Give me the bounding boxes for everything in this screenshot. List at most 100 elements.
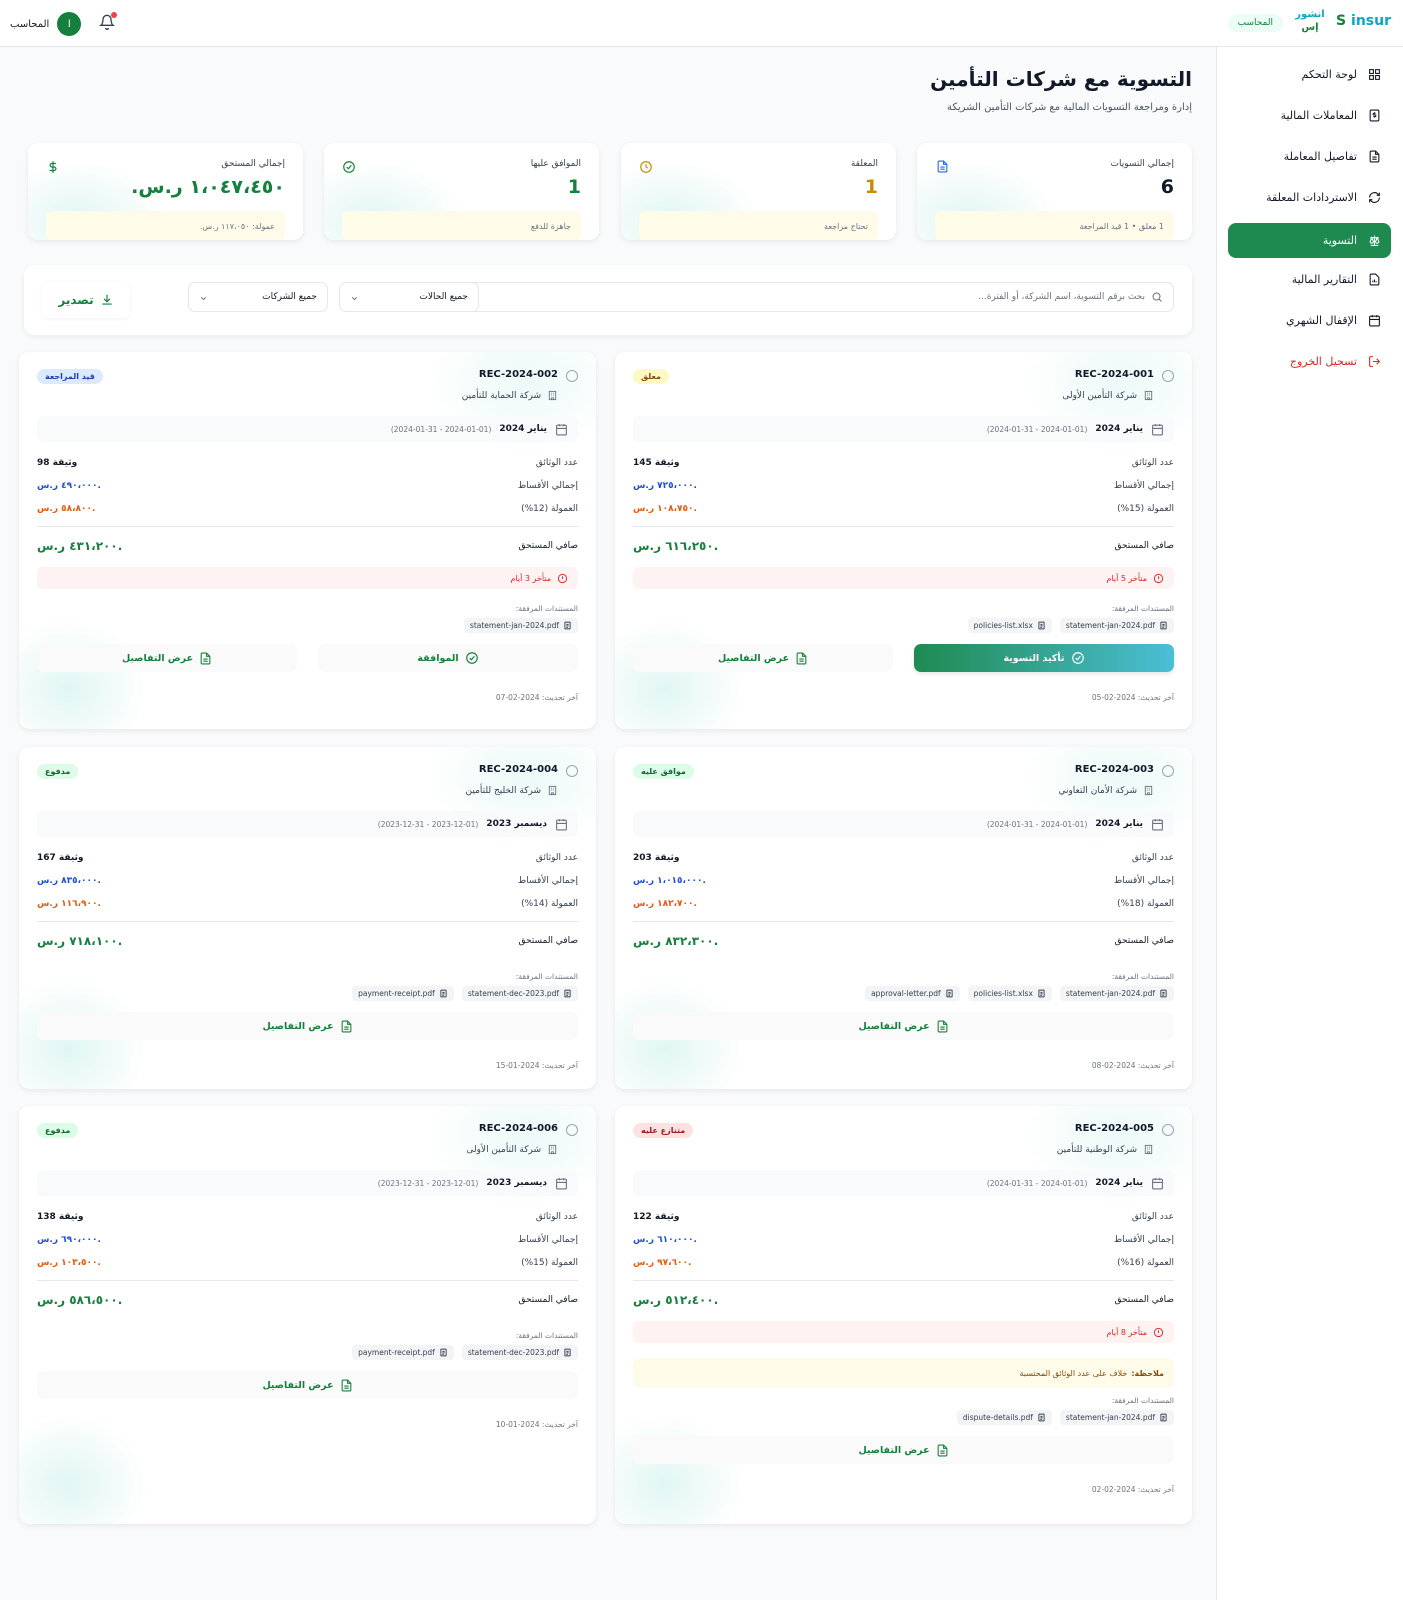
attachment-file[interactable]: dispute-details.pdf: [956, 1410, 1052, 1425]
period-month: يناير 2024: [1095, 424, 1143, 434]
net-row: صافي المستحق ٤٣١،٢٠٠ ر.س.: [37, 538, 578, 554]
attachment-file[interactable]: statement-dec-2023.pdf: [461, 1345, 578, 1360]
last-updated: آخر تحديث: 2024-01-15: [496, 1061, 578, 1070]
attachment-file[interactable]: policies-list.xlsx: [967, 986, 1052, 1001]
policies-row: عدد الوثائق 145 وثيقة: [633, 456, 1174, 470]
file-name: payment-receipt.pdf: [358, 1348, 435, 1357]
period-range: (2024-01-01 - 2024-01-31): [390, 424, 492, 434]
updated-label: آخر تحديث:: [541, 1420, 578, 1429]
commission-label: العمولة (14%): [521, 899, 578, 909]
user-name: المحاسب: [10, 18, 50, 30]
view-details-button[interactable]: عرض التفاصيل: [633, 1012, 1174, 1040]
view-label: عرض التفاصيل: [121, 652, 194, 664]
attachment-file[interactable]: payment-receipt.pdf: [352, 986, 454, 1001]
sidebar-item-1[interactable]: لوحة التحكم: [1228, 57, 1391, 92]
document-icon: [1367, 150, 1381, 164]
premiums-row: إجمالي الأقساط ١،٠١٥،٠٠٠ ر.س.: [633, 874, 1174, 888]
settlement-card: REC-2024-003 شركة الأمان التعاوني موافق عل…: [615, 747, 1192, 1089]
attachment-file[interactable]: statement-jan-2024.pdf: [1059, 618, 1174, 633]
sidebar-item-3[interactable]: تفاصيل المعاملة: [1228, 139, 1391, 174]
calendar-icon: [1151, 1177, 1164, 1190]
commission-row: العمولة (15%) ١٠٨،٧٥٠ ر.س.: [633, 502, 1174, 516]
sidebar-item-5[interactable]: التسوية: [1228, 223, 1391, 258]
search-input[interactable]: بحث برقم التسوية، اسم الشركة، أو الفترة.…: [449, 282, 1174, 312]
check-circle-icon: [1071, 651, 1085, 665]
dollar-icon: [46, 160, 60, 174]
select-radio[interactable]: [566, 1124, 578, 1136]
calendar-icon: [1151, 818, 1164, 831]
commission-label: العمولة (16%): [1117, 1258, 1174, 1268]
sidebar-item-4[interactable]: الاستردادات المعلقة: [1228, 180, 1391, 215]
divider: [633, 1280, 1174, 1281]
check-circle-icon: [465, 651, 479, 665]
status-select[interactable]: جميع الحالات: [339, 282, 479, 312]
stat-note: 1 معلق • 1 قيد المراجعة: [935, 211, 1174, 240]
attachment-file[interactable]: statement-jan-2024.pdf: [1059, 1410, 1174, 1425]
attachment-file[interactable]: statement-jan-2024.pdf: [463, 618, 578, 633]
approve-button[interactable]: الموافقة: [318, 644, 578, 672]
select-radio[interactable]: [566, 765, 578, 777]
company-select-value: جميع الشركات: [262, 292, 317, 302]
select-radio[interactable]: [566, 370, 578, 382]
refresh-icon: [1367, 191, 1381, 205]
settlement-id: REC-2024-004: [478, 764, 558, 775]
attachment-file[interactable]: policies-list.xlsx: [967, 618, 1052, 633]
premiums-row: إجمالي الأقساط ٦٩٠،٠٠٠ ر.س.: [37, 1233, 578, 1247]
view-details-button[interactable]: عرض التفاصيل: [633, 644, 893, 672]
file-name: statement-dec-2023.pdf: [467, 1348, 559, 1357]
confirm-settlement-button[interactable]: تأكيد التسوية: [914, 644, 1174, 672]
bell-icon[interactable]: [99, 12, 117, 32]
period-month: يناير 2024: [499, 424, 547, 434]
company-select[interactable]: جميع الشركات: [188, 282, 328, 312]
premiums-label: إجمالي الأقساط: [517, 1235, 578, 1245]
attachment-file[interactable]: payment-receipt.pdf: [352, 1345, 454, 1360]
select-radio[interactable]: [1162, 370, 1174, 382]
company-label: شركة الوطنية للتأمين: [1056, 1144, 1137, 1155]
export-button[interactable]: تصدير: [42, 282, 130, 318]
sidebar-item-7[interactable]: الإقفال الشهري: [1228, 303, 1391, 338]
net-value: ٥١٢،٤٠٠ ر.س.: [633, 1293, 719, 1307]
stat-note: جاهزة للدفع: [342, 211, 581, 240]
late-text: متأخر 3 أيام: [510, 573, 551, 583]
status-badge: مدفوع: [37, 1123, 79, 1138]
sidebar-item-8[interactable]: تسجيل الخروج: [1228, 344, 1391, 379]
updated-date: 2024-01-10: [495, 1420, 540, 1429]
building-icon: [1143, 390, 1154, 401]
commission-value: ١٠٣،٥٠٠ ر.س.: [37, 1258, 101, 1268]
sidebar-item-2[interactable]: المعاملات المالية: [1228, 98, 1391, 133]
select-radio[interactable]: [1162, 765, 1174, 777]
logo-latin[interactable]: S insur: [1336, 13, 1391, 29]
stat-label: الموافق عليها: [530, 159, 581, 169]
role-badge: المحاسب: [1227, 14, 1283, 32]
net-row: صافي المستحق ٨٣٢،٣٠٠ ر.س.: [633, 933, 1174, 949]
status-badge: معلق: [633, 369, 669, 384]
view-details-button[interactable]: عرض التفاصيل: [37, 644, 297, 672]
sidebar: لوحة التحكم المعاملات المالية تفاصيل المعا…: [1216, 47, 1403, 1600]
view-details-button[interactable]: عرض التفاصيل: [37, 1371, 578, 1399]
stat-card: إجمالي المستحق ١،٠٤٧،٤٥٠ ر.س. عمولة: ١١٧،٠…: [28, 143, 303, 240]
premiums-label: إجمالي الأقساط: [1113, 876, 1174, 886]
user-menu[interactable]: المحاسب ا: [10, 12, 82, 36]
attachment-file[interactable]: statement-dec-2023.pdf: [461, 986, 578, 1001]
commission-row: العمولة (12%) ٥٨،٨٠٠ ر.س.: [37, 502, 578, 516]
status-badge: متنازع عليه: [633, 1123, 694, 1138]
select-radio[interactable]: [1162, 1124, 1174, 1136]
premiums-value: ٨٣٥،٠٠٠ ر.س.: [37, 876, 101, 886]
sidebar-item-6[interactable]: التقارير المالية: [1228, 262, 1391, 297]
export-label: تصدير: [58, 293, 94, 307]
calendar-icon: [555, 1177, 568, 1190]
file-name: statement-jan-2024.pdf: [469, 621, 559, 630]
sidebar-item-label: المعاملات المالية: [1280, 109, 1357, 122]
grid-icon: [1367, 68, 1381, 82]
settlement-card: REC-2024-004 شركة الخليج للتأمين مدفوع ديسم…: [19, 747, 596, 1089]
sidebar-item-label: التقارير المالية: [1291, 273, 1357, 286]
top-bar: S insur انشور إس المحاسب المحاسب ا: [0, 0, 1403, 47]
view-label: عرض التفاصيل: [262, 1379, 334, 1391]
view-details-button[interactable]: عرض التفاصيل: [633, 1436, 1174, 1464]
main-content: التسوية مع شركات التأمين إدارة ومراجعة ا…: [0, 47, 1216, 1600]
net-row: صافي المستحق ٥١٢،٤٠٠ ر.س.: [633, 1292, 1174, 1308]
attachment-file[interactable]: approval-letter.pdf: [865, 986, 960, 1001]
net-value: ٦١٦،٢٥٠ ر.س.: [633, 539, 719, 553]
attachment-file[interactable]: statement-jan-2024.pdf: [1059, 986, 1174, 1001]
view-details-button[interactable]: عرض التفاصيل: [37, 1012, 578, 1040]
